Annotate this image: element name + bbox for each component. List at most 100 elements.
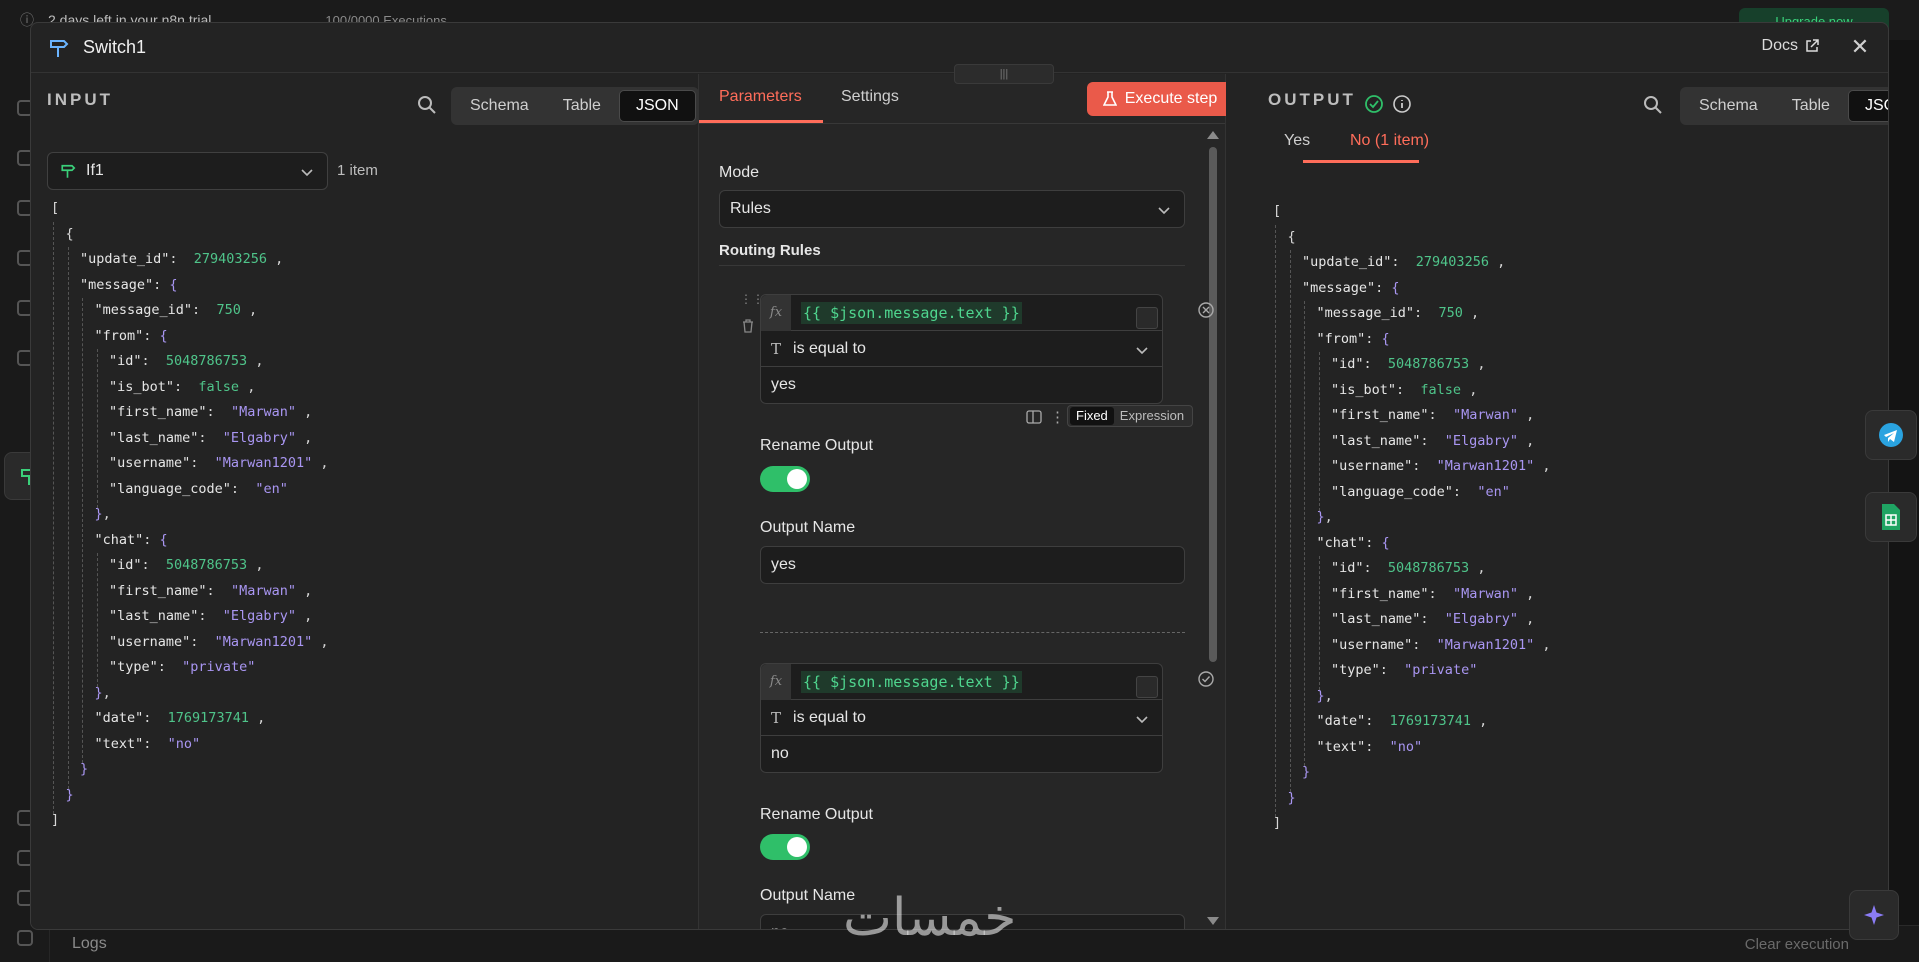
json-token: "language_code": [1331, 483, 1453, 500]
json-token: "username": [1331, 458, 1413, 474]
json-line: "message_id": 750 ,: [51, 298, 328, 324]
json-line: "date": 1769173741 ,: [1273, 709, 1550, 735]
info-icon[interactable]: [1392, 94, 1412, 114]
rule-1-rename-toggle[interactable]: [760, 466, 810, 492]
help-icon[interactable]: [17, 930, 33, 946]
json-token: ,: [102, 506, 111, 522]
json-token: "last_name": [109, 608, 199, 624]
rule-1-expression[interactable]: fx {{ $json.message.text }}: [761, 294, 1162, 331]
json-token: "text": [94, 735, 144, 752]
fixed-option[interactable]: Fixed: [1070, 407, 1114, 425]
search-icon[interactable]: [417, 95, 437, 115]
json-token: "username": [109, 455, 191, 471]
telegram-node-button[interactable]: [1865, 410, 1917, 460]
rule-2-operator-select[interactable]: T is equal to: [761, 700, 1162, 736]
json-token: ,: [1517, 407, 1535, 423]
json-token: :: [1365, 534, 1382, 551]
json-line: "id": 5048786753 ,: [1273, 556, 1550, 582]
rule-1-value-input[interactable]: yes: [761, 367, 1162, 403]
logs-label: Logs: [72, 935, 107, 952]
json-token: ,: [1461, 381, 1478, 398]
json-token: "Elgabry": [222, 429, 296, 446]
json-token: "update_id": [80, 251, 170, 267]
input-node-select[interactable]: If1: [47, 152, 328, 190]
rule-check-icon[interactable]: [1197, 670, 1215, 688]
close-icon[interactable]: ✕: [1848, 35, 1872, 59]
scroll-thumb[interactable]: [1209, 147, 1217, 662]
json-line: "last_name": "Elgabry" ,: [51, 426, 328, 452]
json-token: :: [1420, 432, 1445, 449]
rule-separator: [760, 632, 1185, 633]
json-token: "is_bot": [1331, 381, 1397, 398]
json-line: "message": {: [1273, 276, 1550, 302]
toggle-knob: [787, 469, 807, 489]
chevron-down-icon: [1158, 207, 1170, 215]
tab-parameters[interactable]: Parameters: [719, 88, 802, 106]
input-view-table[interactable]: Table: [547, 90, 617, 122]
json-token: :: [1365, 713, 1390, 729]
scroll-up-arrow[interactable]: [1207, 131, 1219, 139]
json-token: :: [206, 404, 231, 420]
output-view-schema[interactable]: Schema: [1683, 90, 1774, 122]
json-token: "last_name": [1331, 611, 1421, 627]
json-indent-guide: [1318, 556, 1320, 690]
json-token: :: [1363, 560, 1388, 576]
rule-2-value-input[interactable]: no: [761, 736, 1162, 772]
json-token: "Elgabry": [1444, 432, 1518, 449]
routing-rule-1: fx {{ $json.message.text }} T is equal t…: [760, 294, 1163, 404]
rule-2-value: no: [771, 745, 789, 762]
json-token: "Marwan": [230, 404, 296, 420]
output-branch-no[interactable]: No (1 item): [1350, 132, 1429, 150]
node-title[interactable]: Switch1: [83, 37, 146, 58]
json-token: ,: [312, 633, 329, 650]
json-token: "text": [1316, 738, 1366, 755]
rule-1-operator-select[interactable]: T is equal to: [761, 331, 1162, 367]
json-token: :: [143, 327, 160, 344]
panel-toggle-icon[interactable]: [1026, 409, 1042, 425]
json-token: }: [1287, 789, 1296, 806]
rule-1-output-name-input[interactable]: yes: [760, 546, 1185, 584]
remove-rule-icon[interactable]: [1197, 301, 1215, 319]
params-scrollbar[interactable]: [1207, 129, 1219, 929]
text-type-icon: T: [771, 339, 782, 358]
panel-drag-handle[interactable]: |||: [954, 64, 1054, 84]
json-line: "first_name": "Marwan" ,: [1273, 403, 1550, 429]
input-panel: INPUT Schema Table JSON If1 1 item [{"up…: [31, 74, 699, 929]
rule-2-expression[interactable]: fx {{ $json.message.text }}: [761, 663, 1162, 700]
scroll-down-arrow[interactable]: [1207, 917, 1219, 925]
docs-link[interactable]: Docs: [1762, 37, 1820, 55]
mode-select[interactable]: Rules: [719, 190, 1185, 228]
ai-assistant-button[interactable]: [1849, 890, 1899, 940]
input-view-schema[interactable]: Schema: [454, 90, 545, 122]
expression-option[interactable]: Expression: [1114, 407, 1190, 425]
clear-execution-button[interactable]: Clear execution: [1745, 936, 1849, 953]
json-token: :: [174, 378, 199, 395]
json-token: "Elgabry": [222, 608, 296, 624]
json-line: "id": 5048786753 ,: [51, 553, 328, 579]
tab-settings[interactable]: Settings: [841, 88, 899, 106]
search-icon[interactable]: [1643, 95, 1663, 115]
json-line: "text": "no": [51, 732, 328, 758]
more-options-icon[interactable]: ⋮: [1050, 408, 1065, 426]
json-token: ,: [295, 582, 313, 599]
json-token: "id": [1331, 356, 1364, 372]
json-token: 5048786753: [1387, 560, 1470, 576]
active-branch-indicator: [1303, 160, 1419, 163]
expand-editor-icon[interactable]: [1136, 307, 1158, 329]
output-view-json[interactable]: JSON: [1847, 90, 1888, 122]
output-view-table[interactable]: Table: [1776, 90, 1846, 122]
google-sheets-node-button[interactable]: [1865, 492, 1917, 542]
json-token: :: [143, 735, 168, 752]
rule-2-rename-toggle[interactable]: [760, 834, 810, 860]
json-token: :: [192, 302, 217, 318]
json-line: "message_id": 750 ,: [1273, 301, 1550, 327]
input-view-json[interactable]: JSON: [618, 90, 696, 122]
json-line: ]: [1273, 811, 1550, 837]
output-panel: OUTPUT Schema Table JSON Yes No (1 item)…: [1226, 74, 1888, 929]
trash-icon[interactable]: [741, 319, 755, 333]
json-line: },: [51, 502, 328, 528]
execute-step-button[interactable]: Execute step: [1087, 82, 1233, 116]
output-branch-yes[interactable]: Yes: [1284, 132, 1310, 150]
json-token: "id": [109, 557, 142, 573]
expand-editor-icon[interactable]: [1136, 676, 1158, 698]
